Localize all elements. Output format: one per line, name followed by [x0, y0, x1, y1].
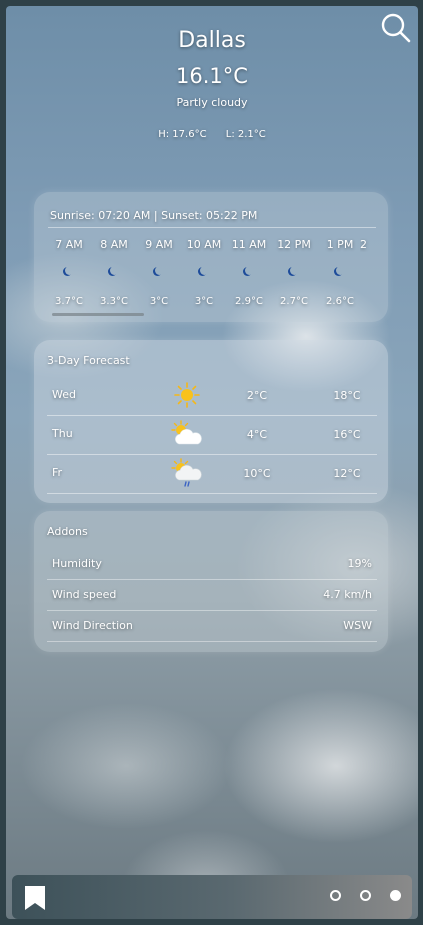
hourly-scrollbar[interactable] [52, 313, 144, 316]
moon-icon [336, 266, 345, 275]
moon-icon [65, 266, 74, 275]
hour-item: 10 AM 3°C [181, 238, 227, 307]
page-indicator-2[interactable] [360, 890, 371, 901]
high-temperature: H: 17.6°C [158, 129, 207, 140]
high-low: H: 17.6°C L: 2.1°C [6, 129, 418, 140]
addon-row-wind-direction: Wind Direction WSW [47, 610, 377, 642]
addon-row-wind-speed: Wind speed 4.7 km/h [47, 579, 377, 611]
sunny-icon [174, 382, 200, 408]
hour-temperature: 2.9°C [235, 296, 263, 307]
page-indicator-1[interactable] [330, 890, 341, 901]
hour-item: 2 2 [360, 238, 380, 252]
hour-item: 7 AM 3.7°C [46, 238, 92, 307]
page-indicator-3[interactable] [390, 890, 401, 901]
hour-temperature: 3.7°C [55, 296, 83, 307]
bookmark-icon[interactable] [23, 884, 47, 912]
forecast-high: 12°C [333, 467, 361, 480]
moon-icon [110, 266, 119, 275]
addon-row-humidity: Humidity 19% [47, 548, 377, 580]
hour-temperature: 2.6°C [326, 296, 354, 307]
forecast-day: Wed [52, 388, 76, 401]
rain-cloud-icon [171, 458, 202, 487]
hour-item: 9 AM 3°C [136, 238, 182, 307]
hour-time: 10 AM [186, 238, 222, 251]
bottom-nav-bar [12, 875, 412, 919]
hour-temperature: 2.7°C [280, 296, 308, 307]
forecast-row: Thu 4°C 16°C [47, 415, 377, 455]
forecast-low: 4°C [246, 428, 268, 441]
moon-icon [200, 266, 209, 275]
moon-icon [290, 266, 299, 275]
addon-value: 19% [347, 557, 372, 570]
hour-temperature: 3°C [149, 296, 169, 307]
addon-label: Humidity [52, 557, 102, 570]
forecast-day: Fr [52, 466, 63, 479]
addon-value: WSW [343, 619, 372, 632]
moon-icon [155, 266, 164, 275]
addons-title: Addons [47, 525, 88, 538]
addon-value: 4.7 km/h [323, 588, 372, 601]
forecast-high: 18°C [333, 389, 361, 402]
addons-card: Addons Humidity 19% Wind speed 4.7 km/h … [34, 511, 388, 652]
sunrise-sunset: Sunrise: 07:20 AM | Sunset: 05:22 PM [47, 209, 377, 228]
hour-time: 7 AM [55, 238, 83, 251]
hour-temperature: 3°C [194, 296, 214, 307]
forecast-low: 2°C [246, 389, 268, 402]
hour-item: 11 AM 2.9°C [226, 238, 272, 307]
moon-icon [245, 266, 254, 275]
addon-label: Wind speed [52, 588, 117, 601]
forecast-high: 16°C [333, 428, 361, 441]
hour-time: 11 AM [231, 238, 267, 251]
forecast-title: 3-Day Forecast [47, 354, 130, 367]
hour-temperature: 3.3°C [100, 296, 128, 307]
weather-condition: Partly cloudy [176, 96, 248, 109]
hour-item: 8 AM 3.3°C [91, 238, 137, 307]
addon-label: Wind Direction [52, 619, 133, 632]
hour-item: 12 PM 2.7°C [271, 238, 317, 307]
weather-app: Dallas 16.1°C Partly cloudy H: 17.6°C L:… [6, 6, 418, 919]
hourly-forecast-card[interactable]: Sunrise: 07:20 AM | Sunset: 05:22 PM 7 A… [34, 192, 388, 322]
three-day-forecast-card: 3-Day Forecast Wed 2°C 18°C Thu 4°C 16°C… [34, 340, 388, 503]
forecast-low: 10°C [243, 467, 271, 480]
low-temperature: L: 2.1°C [225, 129, 266, 140]
forecast-row: Fr 10°C 12°C [47, 454, 377, 494]
forecast-day: Thu [52, 427, 73, 440]
city-name: Dallas [178, 28, 246, 53]
hour-time: 2 [360, 238, 367, 251]
current-temperature: 16.1°C [176, 64, 248, 88]
hour-item: 1 PM 2.6°C [317, 238, 363, 307]
hour-time: 1 PM [326, 238, 354, 251]
hour-time: 8 AM [100, 238, 128, 251]
forecast-row: Wed 2°C 18°C [47, 376, 377, 416]
partly-cloudy-icon [171, 420, 202, 445]
hour-time: 12 PM [277, 238, 311, 251]
hour-time: 9 AM [145, 238, 173, 251]
